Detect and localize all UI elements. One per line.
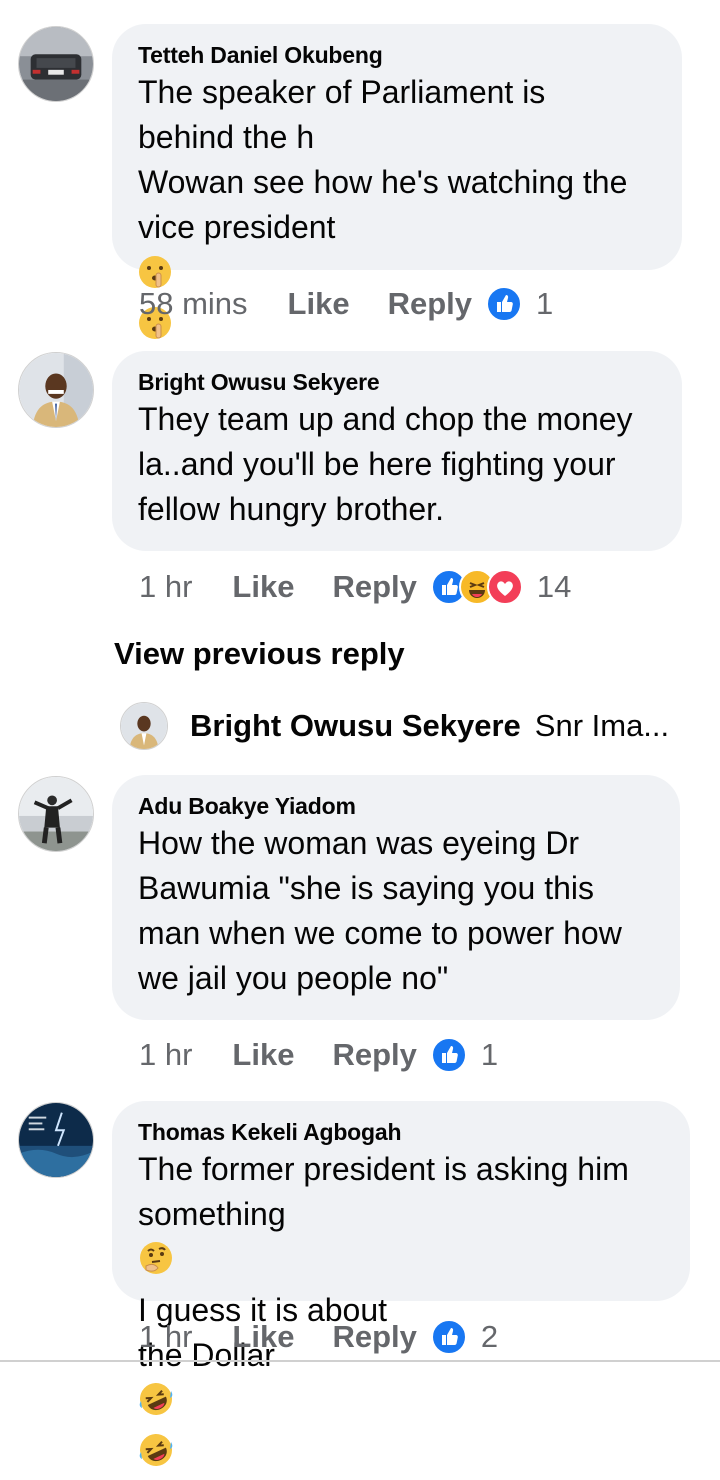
comment-author[interactable]: Adu Boakye Yiadom	[138, 791, 654, 821]
reply-preview[interactable]: Bright Owusu Sekyere Snr Ima...	[120, 702, 669, 750]
reply-button[interactable]: Reply	[332, 1037, 416, 1073]
comment-time[interactable]: 58 mins	[139, 286, 248, 322]
view-previous-reply-link[interactable]: View previous reply	[114, 636, 405, 672]
avatar[interactable]	[18, 352, 94, 428]
comment-actions: 1 hr Like Reply 1	[139, 1033, 498, 1077]
comment-bubble: Adu Boakye Yiadom How the woman was eyei…	[112, 775, 680, 1020]
like-reaction-icon	[486, 286, 522, 322]
like-reaction-icon	[430, 1037, 467, 1073]
avatar[interactable]	[18, 1102, 94, 1178]
reaction-count: 1	[536, 286, 554, 321]
comment-line: fellow hungry brother.	[138, 491, 444, 527]
comment-author[interactable]: Bright Owusu Sekyere	[138, 367, 656, 397]
reply-snippet: Snr Ima...	[534, 708, 670, 743]
like-reaction-icon	[430, 1319, 467, 1355]
reaction-icons[interactable]	[430, 1037, 467, 1073]
comment-actions: 58 mins Like Reply 1	[139, 282, 553, 326]
comment-actions: 1 hr Like Reply 14	[139, 565, 571, 609]
reply-button[interactable]: Reply	[332, 1319, 416, 1355]
comment-line: They team up and chop the money	[138, 401, 633, 437]
reaction-icons[interactable]	[430, 569, 523, 605]
thinking-face-icon	[138, 1240, 174, 1288]
comment-text: The former president is asking him someth…	[138, 1147, 664, 1480]
car-photo-avatar-image	[19, 27, 93, 101]
comment-line: behind the h	[138, 119, 315, 155]
beach-photo-avatar-image	[19, 777, 93, 851]
love-reaction-icon	[486, 569, 523, 605]
comment-time[interactable]: 1 hr	[139, 1319, 192, 1355]
reaction-count: 2	[480, 1319, 499, 1354]
rolling-laughing-face-icon	[138, 1381, 174, 1429]
reply-author[interactable]: Bright Owusu Sekyere	[190, 708, 521, 744]
like-button[interactable]: Like	[288, 286, 350, 322]
person-photo-avatar-image	[121, 703, 167, 749]
comment-line: The former president is asking him	[138, 1151, 629, 1187]
comment-bubble: Thomas Kekeli Agbogah The former preside…	[112, 1101, 690, 1466]
comment-bubble: Bright Owusu Sekyere They team up and ch…	[112, 351, 682, 551]
comment-line: la..and you'll be here fighting your	[138, 446, 616, 482]
comment-line: we jail you people no"	[138, 960, 449, 996]
avatar[interactable]	[120, 702, 168, 750]
comment-text: They team up and chop the money la..and y…	[138, 397, 656, 532]
storm-artwork-avatar-image	[19, 1103, 93, 1177]
like-button[interactable]: Like	[232, 569, 294, 605]
reaction-count: 1	[480, 1037, 499, 1072]
comment-bubble: Tetteh Daniel Okubeng The speaker of Par…	[112, 24, 682, 441]
avatar[interactable]	[18, 776, 94, 852]
comment-line: something	[138, 1196, 286, 1232]
comment-line: vice president	[138, 209, 336, 245]
comment-line: How the woman was eyeing Dr	[138, 825, 580, 861]
comment-text: How the woman was eyeing Dr Bawumia "she …	[138, 821, 654, 1001]
like-button[interactable]: Like	[232, 1037, 294, 1073]
comment-time[interactable]: 1 hr	[139, 1037, 192, 1073]
like-button[interactable]: Like	[232, 1319, 294, 1355]
reaction-icons[interactable]	[430, 1319, 467, 1355]
comment-author[interactable]: Thomas Kekeli Agbogah	[138, 1117, 664, 1147]
comment-author[interactable]: Tetteh Daniel Okubeng	[138, 40, 656, 70]
comment-line: The speaker of Parliament is	[138, 74, 546, 110]
rolling-laughing-face-icon	[138, 1432, 174, 1480]
comment-line: Wowan see how he's watching the	[138, 164, 628, 200]
reply-button[interactable]: Reply	[388, 286, 472, 322]
reply-button[interactable]: Reply	[332, 569, 416, 605]
person-photo-avatar-image	[19, 353, 93, 427]
comment-time[interactable]: 1 hr	[139, 569, 192, 605]
reaction-icons[interactable]	[486, 286, 522, 322]
avatar[interactable]	[18, 26, 94, 102]
reaction-count: 14	[536, 569, 572, 604]
comment-line: Bawumia "she is saying you this	[138, 870, 595, 906]
comment-line: man when we come to power how	[138, 915, 622, 951]
comment-actions: 1 hr Like Reply 2	[139, 1315, 498, 1359]
